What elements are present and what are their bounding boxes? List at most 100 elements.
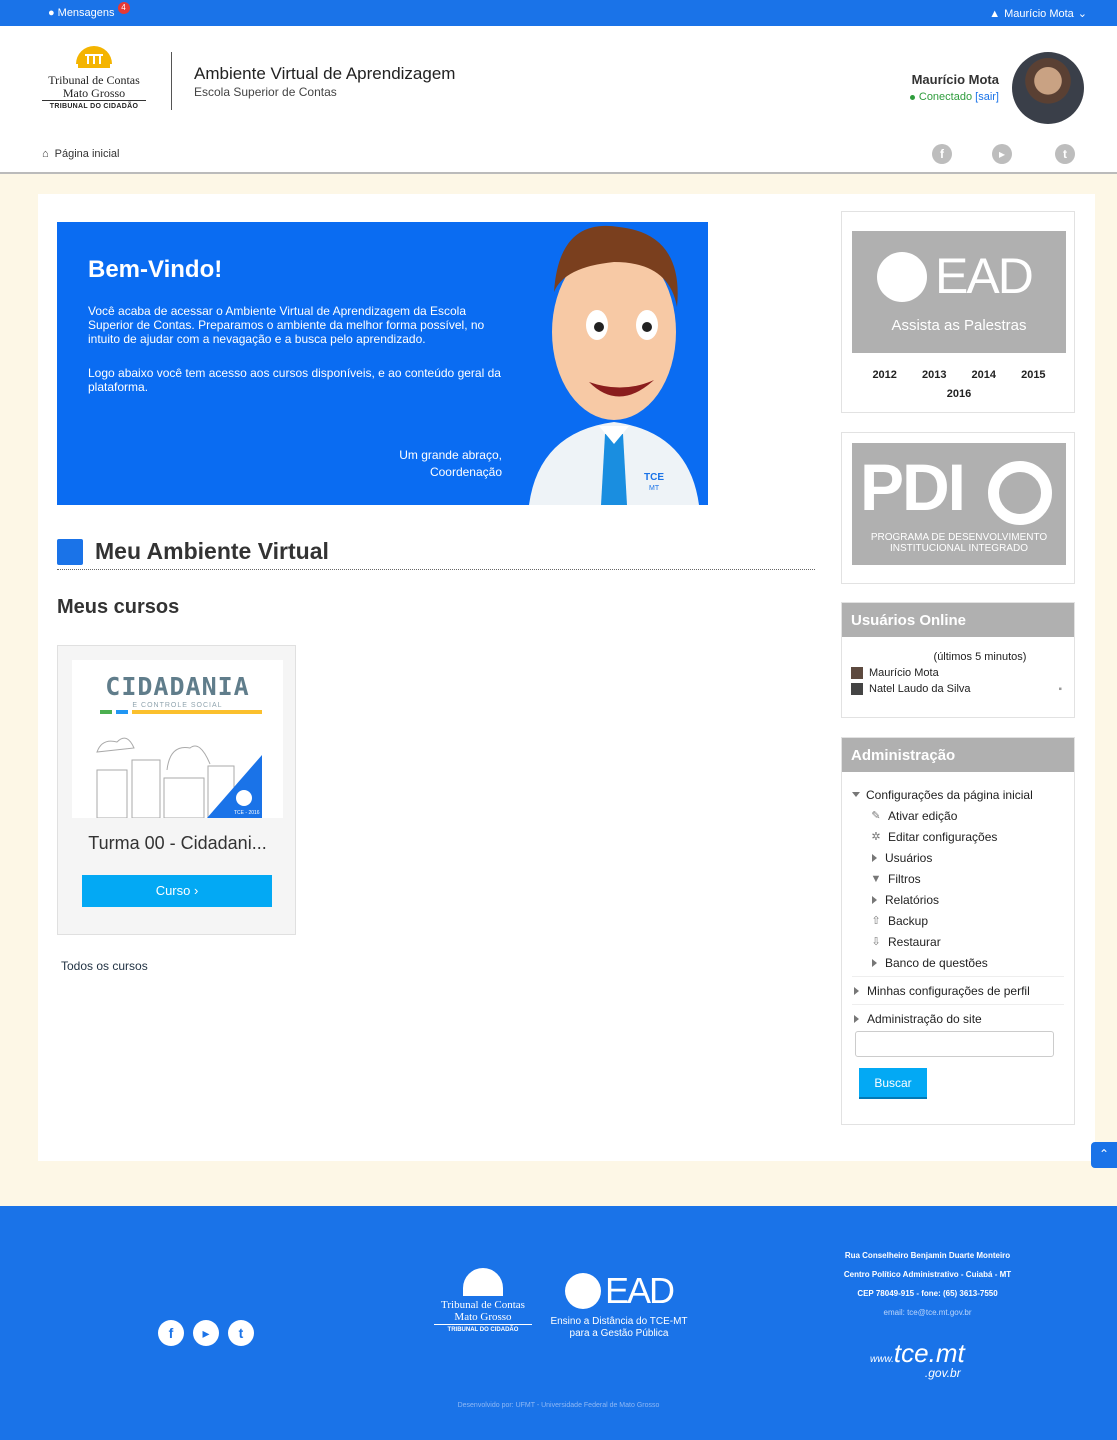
year-link[interactable]: 2012 (872, 369, 896, 381)
chat-icon: ● (48, 7, 55, 19)
back-to-top-button[interactable]: ⌃ (1091, 1142, 1117, 1168)
admin-item-label: Banco de questões (885, 955, 988, 970)
tce-logo[interactable]: Tribunal de Contas Mato Grosso TRIBUNAL … (42, 42, 146, 110)
online-users-block: Usuários Online (últimos 5 minutos) Maur… (841, 602, 1075, 718)
admin-item-label: Filtros (888, 871, 921, 886)
ead-big-text: EAD (935, 248, 1034, 304)
footer-ead-caption-2: para a Gestão Pública (569, 1328, 669, 1339)
facebook-icon[interactable]: f (932, 144, 952, 164)
admin-item[interactable]: Relatórios (852, 889, 1074, 910)
search-button[interactable]: Buscar (859, 1068, 927, 1099)
admin-tree: Configurações da página inicial ✎ Ativar … (842, 772, 1074, 1032)
banner-paragraph-2: Logo abaixo você tem acesso aos cursos d… (88, 366, 501, 394)
online-user-name[interactable]: Natel Laudo da Silva (869, 683, 971, 695)
pencil-icon: ✎ (871, 810, 881, 822)
online-dot-icon (909, 94, 915, 100)
ead-banner[interactable]: EAD Assista as Palestras (852, 231, 1066, 353)
footer-site-logo[interactable]: www.tce.mt .gov.br (870, 1338, 965, 1380)
admin-item-label: Ativar edição (888, 808, 958, 823)
logout-link[interactable]: [sair] (975, 91, 999, 103)
admin-item-label: Editar configurações (888, 829, 998, 844)
user-icon: ▲ (989, 7, 1001, 20)
download-icon: ⇩ (871, 936, 881, 948)
messages-link[interactable]: ● Mensagens 4 (48, 2, 130, 19)
year-link[interactable]: 2013 (922, 369, 946, 381)
user-menu-label: Maurício Mota (1004, 7, 1074, 20)
pdi-gear-icon (988, 461, 1052, 525)
profile-status: Conectado [sair] (909, 91, 999, 103)
footer-facebook-icon[interactable]: f (158, 1320, 184, 1346)
course-button[interactable]: Curso › (82, 875, 272, 907)
year-link[interactable]: 2016 (947, 388, 971, 400)
user-avatar-icon (851, 683, 863, 695)
collapsed-arrow-icon (872, 895, 877, 904)
admin-front-settings[interactable]: Configurações da página inicial (852, 784, 1074, 805)
address-line-3: CEP 78049-915 - fone: (65) 3613-7550 (857, 1289, 998, 1298)
admin-item[interactable]: ▼ Filtros (852, 868, 1074, 889)
address-line-1: Rua Conselheiro Benjamin Duarte Monteiro (844, 1251, 1011, 1260)
online-users-subtitle: (últimos 5 minutos) (933, 651, 1027, 663)
admin-item[interactable]: Usuários (852, 847, 1074, 868)
footer-logo-line-3: TRIBUNAL DO CIDADÃO (447, 1327, 519, 1333)
breadcrumb-home[interactable]: Página inicial (55, 148, 120, 160)
year-link[interactable]: 2014 (972, 369, 996, 381)
site-subtitle: Escola Superior de Contas (194, 85, 337, 99)
banner-paragraph-1: Você acaba de acessar o Ambiente Virtual… (88, 304, 485, 346)
admin-item-label: Relatórios (885, 892, 940, 907)
expanded-arrow-icon (852, 792, 860, 797)
pdi-caption-line-2: INSTITUCIONAL INTEGRADO (890, 543, 1028, 554)
footer-ead-logo[interactable]: EAD Ensino a Distância do TCE-MT para a … (544, 1270, 694, 1340)
site-main: tce.mt (893, 1338, 965, 1368)
admin-search-input[interactable] (855, 1031, 1054, 1057)
admin-item[interactable]: ⇧ Backup (852, 910, 1074, 931)
banner-sign-line-1: Um grande abraço, (399, 448, 502, 462)
user-menu[interactable]: ▲ Maurício Mota ⌄ (989, 7, 1087, 21)
admin-profile-settings[interactable]: Minhas configurações de perfil (852, 977, 1074, 1004)
status-text: Conectado (918, 91, 973, 103)
pdi-block: PDI PROGRAMA DE DESENVOLVIMENTO INSTITUC… (841, 432, 1075, 584)
admin-item[interactable]: ⇩ Restaurar (852, 931, 1074, 952)
online-user-row[interactable]: Maurício Mota (842, 667, 1074, 679)
course-thumbnail[interactable]: CIDADANIA E CONTROLE SOCIAL TCE - 2016 (72, 660, 283, 818)
user-avatar-icon (851, 667, 863, 679)
admin-item-label: Backup (888, 913, 929, 928)
admin-item-label: Restaurar (888, 934, 941, 949)
youtube-icon[interactable]: ▸ (992, 144, 1012, 164)
online-user-name[interactable]: Maurício Mota (869, 667, 939, 679)
collapsed-arrow-icon (872, 958, 877, 967)
pdi-big-text: PDI (860, 450, 966, 524)
admin-front-settings-label: Configurações da página inicial (866, 787, 1033, 802)
book-icon (564, 1273, 601, 1309)
all-courses-link[interactable]: Todos os cursos (61, 959, 148, 973)
messages-label: Mensagens (57, 7, 115, 19)
footer-youtube-icon[interactable]: ▸ (193, 1320, 219, 1346)
twitter-icon[interactable]: t (1055, 144, 1075, 164)
pdi-caption-line-1: PROGRAMA DE DESENVOLVIMENTO (870, 532, 1048, 543)
admin-item[interactable]: ✎ Ativar edição (852, 805, 1074, 826)
section-title: Meu Ambiente Virtual (57, 534, 815, 570)
admin-site-admin[interactable]: Administração do site (852, 1005, 1074, 1032)
footer-twitter-icon[interactable]: t (228, 1320, 254, 1346)
profile-name[interactable]: Maurício Mota (910, 72, 999, 87)
course-card[interactable]: CIDADANIA E CONTROLE SOCIAL TCE - 2016 T… (57, 645, 296, 935)
pdi-banner[interactable]: PDI PROGRAMA DE DESENVOLVIMENTO INSTITUC… (852, 443, 1066, 565)
online-user-row[interactable]: Natel Laudo da Silva ▪ (842, 683, 1074, 695)
ead-subtitle: Assista as Palestras (891, 317, 1027, 334)
message-icon[interactable]: ▪ (1058, 684, 1062, 695)
gear-icon: ✲ (871, 831, 881, 843)
admin-item[interactable]: ✲ Editar configurações (852, 826, 1074, 847)
thumb-badge: TCE - 2016 (234, 810, 260, 816)
main-panel: Bem-Vindo! Você acaba de acessar o Ambie… (38, 194, 1095, 1161)
admin-item[interactable]: Banco de questões (852, 952, 1074, 973)
logo-line-2: Mato Grosso (42, 87, 146, 101)
online-users-title: Usuários Online (842, 603, 1074, 637)
footer-email[interactable]: email: tce@tce.mt.gov.br (830, 1303, 1025, 1322)
year-link[interactable]: 2015 (1021, 369, 1045, 381)
footer-ead-caption-1: Ensino a Distância do TCE-MT (550, 1316, 688, 1327)
footer-tce-logo[interactable]: Tribunal de Contas Mato Grosso TRIBUNAL … (434, 1268, 532, 1333)
collapsed-arrow-icon (854, 986, 859, 995)
avatar[interactable] (1012, 52, 1084, 124)
course-title[interactable]: Turma 00 - Cidadani... (58, 833, 297, 854)
collapsed-arrow-icon (854, 1014, 859, 1023)
admin-profile-settings-label: Minhas configurações de perfil (867, 983, 1030, 998)
